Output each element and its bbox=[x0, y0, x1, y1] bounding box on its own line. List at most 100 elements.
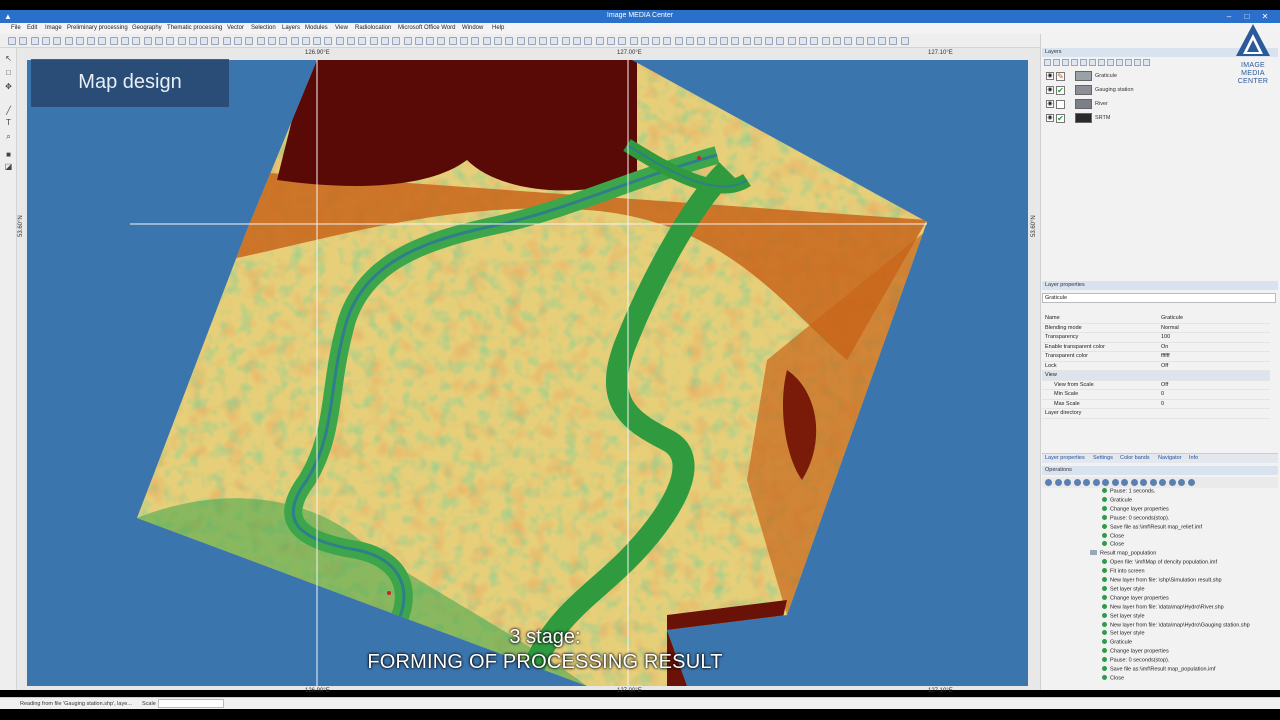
menu-vector[interactable]: Vector bbox=[227, 25, 244, 31]
menu-preliminary-processing[interactable]: Preliminary processing bbox=[67, 25, 128, 31]
toolbar-button[interactable] bbox=[19, 37, 28, 45]
menu-image[interactable]: Image bbox=[45, 25, 62, 31]
operation-item[interactable]: Change layer properties bbox=[1102, 648, 1169, 657]
property-row[interactable]: View bbox=[1042, 371, 1270, 381]
menu-edit[interactable]: Edit bbox=[27, 25, 37, 31]
layers-tool-button[interactable] bbox=[1098, 59, 1105, 66]
layer-row-graticule[interactable]: ◉ ✎ Graticule bbox=[1044, 70, 1234, 82]
toolbar-button[interactable] bbox=[799, 37, 807, 45]
color-bg-icon[interactable]: ◪ bbox=[4, 162, 13, 171]
layers-tool-button[interactable] bbox=[1134, 59, 1141, 66]
property-row[interactable]: Min Scale 0 bbox=[1042, 390, 1270, 400]
operation-item[interactable]: Set layer style bbox=[1102, 585, 1145, 595]
line-icon[interactable]: ╱ bbox=[4, 106, 13, 115]
layers-tool-button[interactable] bbox=[1062, 59, 1069, 66]
toolbar-button[interactable] bbox=[618, 37, 627, 45]
toolbar-button[interactable] bbox=[211, 37, 220, 45]
toolbar-button[interactable] bbox=[460, 37, 468, 45]
operation-item[interactable]: Close bbox=[1102, 674, 1124, 684]
layer-row-gauging-station[interactable]: ◉ ✔ Gauging station bbox=[1044, 84, 1234, 96]
toolbar-button[interactable] bbox=[516, 37, 525, 45]
toolbar-button[interactable] bbox=[878, 37, 887, 45]
operation-item[interactable]: Change layer properties bbox=[1102, 594, 1169, 604]
toolbar-button[interactable] bbox=[900, 37, 909, 45]
operations-tool-button[interactable] bbox=[1187, 479, 1195, 486]
operations-tool-button[interactable] bbox=[1092, 479, 1100, 486]
toolbar-button[interactable] bbox=[143, 37, 152, 45]
layers-tool-button[interactable] bbox=[1044, 59, 1051, 66]
toolbar-button[interactable] bbox=[561, 37, 570, 45]
visibility-checkbox[interactable]: ✔ bbox=[1056, 114, 1065, 123]
toolbar-button[interactable] bbox=[301, 37, 310, 45]
operation-item[interactable]: Close bbox=[1102, 541, 1124, 550]
operation-item[interactable]: Change layer properties bbox=[1102, 505, 1169, 515]
operations-tool-button[interactable] bbox=[1111, 479, 1119, 486]
toolbar-button[interactable] bbox=[392, 37, 401, 45]
operation-item[interactable]: Pause: 0 seconds(stop). bbox=[1102, 657, 1169, 666]
toolbar-button[interactable] bbox=[584, 37, 593, 45]
property-row[interactable]: Transparency 100 bbox=[1042, 333, 1270, 343]
tab-navigator[interactable]: Navigator bbox=[1158, 455, 1182, 461]
toolbar-button[interactable] bbox=[414, 37, 423, 45]
operation-item[interactable]: Set layer style bbox=[1102, 612, 1145, 622]
toolbar-button[interactable] bbox=[154, 37, 163, 45]
layers-tool-button[interactable] bbox=[1143, 59, 1150, 66]
toolbar-button[interactable] bbox=[663, 37, 672, 45]
property-row[interactable]: Max Scale 0 bbox=[1042, 400, 1270, 409]
toolbar-button[interactable] bbox=[369, 37, 378, 45]
toolbar-button[interactable] bbox=[177, 37, 186, 45]
scale-input[interactable] bbox=[158, 699, 224, 708]
toolbar-button[interactable] bbox=[708, 37, 717, 45]
toolbar-button[interactable] bbox=[132, 37, 141, 45]
operations-tool-button[interactable] bbox=[1073, 479, 1081, 486]
operation-item[interactable]: Save file as:\imf\Result map_relief.imf bbox=[1102, 523, 1202, 533]
menu-radiolocation[interactable]: Radiolocation bbox=[355, 25, 391, 31]
toolbar-button[interactable] bbox=[550, 37, 559, 45]
pan-icon[interactable]: ✥ bbox=[4, 82, 13, 91]
toolbar-button[interactable] bbox=[267, 37, 276, 45]
eye-icon[interactable]: ◉ bbox=[1046, 100, 1054, 108]
close-button[interactable]: ✕ bbox=[1259, 11, 1271, 22]
menu-ms-word[interactable]: Microsoft Office Word bbox=[398, 25, 455, 31]
toolbar-button[interactable] bbox=[573, 37, 581, 45]
toolbar-button[interactable] bbox=[256, 37, 265, 45]
operations-tool-button[interactable] bbox=[1140, 479, 1147, 486]
operation-item[interactable]: Open file: \imf\Map of dencity populatio… bbox=[1102, 559, 1217, 568]
minimize-button[interactable]: – bbox=[1223, 11, 1235, 22]
toolbar-button[interactable] bbox=[8, 37, 16, 45]
layers-tool-button[interactable] bbox=[1107, 59, 1114, 66]
operation-item[interactable]: Fit into screen bbox=[1102, 568, 1145, 577]
operations-tool-button[interactable] bbox=[1083, 479, 1090, 486]
operation-item[interactable]: New layer from file: \data\map\Hydro\Gau… bbox=[1102, 621, 1250, 631]
toolbar-button[interactable] bbox=[75, 37, 84, 45]
toolbar-button[interactable] bbox=[30, 37, 39, 45]
toolbar-button[interactable] bbox=[403, 37, 412, 45]
menu-view[interactable]: View bbox=[335, 25, 348, 31]
layer-row-river[interactable]: ◉ River bbox=[1044, 98, 1234, 110]
toolbar-button[interactable] bbox=[844, 37, 853, 45]
toolbar-button[interactable] bbox=[539, 37, 548, 45]
gauging-station-marker[interactable] bbox=[387, 591, 391, 595]
visibility-checkbox[interactable] bbox=[1056, 100, 1065, 109]
operations-tool-button[interactable] bbox=[1045, 479, 1052, 486]
property-row[interactable]: Enable transparent color On bbox=[1042, 343, 1270, 352]
layers-tool-button[interactable] bbox=[1053, 59, 1060, 66]
toolbar-button[interactable] bbox=[753, 37, 762, 45]
operations-tool-button[interactable] bbox=[1054, 479, 1062, 486]
toolbar-button[interactable] bbox=[121, 37, 129, 45]
operations-tool-button[interactable] bbox=[1178, 479, 1185, 486]
toolbar-button[interactable] bbox=[166, 37, 175, 45]
visibility-checkbox[interactable]: ✔ bbox=[1056, 86, 1065, 95]
property-row[interactable]: View from Scale Off bbox=[1042, 381, 1270, 390]
property-row[interactable]: Layer directory bbox=[1042, 409, 1270, 419]
operation-item[interactable]: Graticule bbox=[1102, 496, 1132, 506]
layers-tool-button[interactable] bbox=[1089, 59, 1096, 66]
operation-item[interactable]: Save file as:\imf\Result map_population.… bbox=[1102, 666, 1215, 675]
zoom-icon[interactable]: ⌕ bbox=[4, 132, 13, 141]
toolbar-button[interactable] bbox=[313, 37, 322, 45]
toolbar-button[interactable] bbox=[765, 37, 774, 45]
toolbar-button[interactable] bbox=[448, 37, 457, 45]
gauging-station-marker[interactable] bbox=[697, 156, 701, 160]
text-tool-icon[interactable]: T bbox=[4, 118, 13, 127]
toolbar-button[interactable] bbox=[832, 37, 841, 45]
